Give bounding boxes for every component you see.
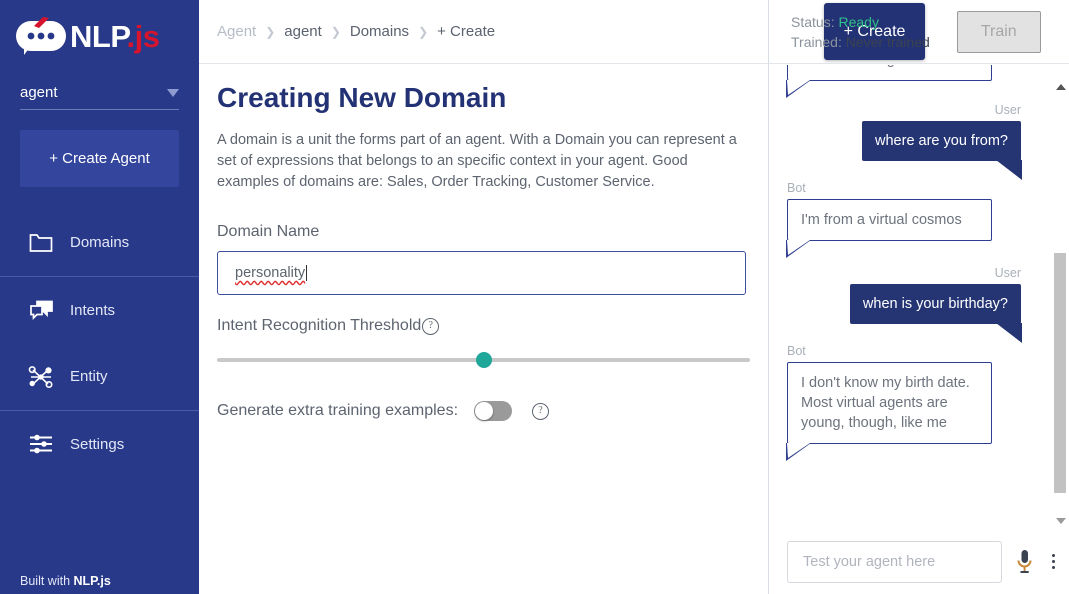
sidebar: NLP.js agent + Create Agent Domains Inte…	[0, 0, 199, 594]
help-circle-icon[interactable]: ?	[422, 317, 440, 335]
folder-icon	[26, 232, 56, 253]
threshold-label-row: Intent Recognition Threshold ?	[217, 317, 750, 335]
toggle-knob	[475, 402, 494, 420]
message-role-label: Bot	[787, 344, 806, 358]
status-line: Status: Ready	[791, 12, 930, 32]
chat-bubbles-icon	[26, 299, 56, 321]
domain-name-value: personality	[235, 265, 306, 281]
chat-message-user: User where are you from?	[779, 103, 1051, 180]
slider-thumb[interactable]	[475, 352, 492, 368]
breadcrumb: Agent ❯ agent ❯ Domains ❯ + Create	[217, 23, 495, 40]
domain-name-input[interactable]: personality	[217, 251, 746, 295]
chat-messages: I'm a virtual agent User where are you f…	[769, 65, 1069, 529]
breadcrumb-item-create[interactable]: + Create	[437, 23, 495, 40]
breadcrumb-item-agent[interactable]: agent	[284, 23, 322, 40]
message-bubble: I'm from a virtual cosmos	[786, 199, 992, 258]
domain-name-label: Domain Name	[217, 223, 320, 240]
text-cursor	[306, 265, 308, 281]
breadcrumb-separator: ❯	[265, 24, 276, 39]
topbar: Agent ❯ agent ❯ Domains ❯ + Create + Cre…	[199, 0, 925, 64]
scroll-down-arrow-icon[interactable]	[1056, 518, 1066, 524]
breadcrumb-separator: ❯	[418, 24, 429, 39]
form-area: Creating New Domain A domain is a unit t…	[199, 64, 768, 421]
scroll-up-arrow-icon[interactable]	[1056, 84, 1066, 90]
app-root: NLP.js agent + Create Agent Domains Inte…	[0, 0, 1069, 594]
threshold-label: Intent Recognition Threshold	[217, 317, 422, 334]
train-button[interactable]: Train	[956, 10, 1041, 53]
message-bubble: where are you from?	[862, 121, 1022, 180]
message-bubble: when is your birthday?	[849, 284, 1023, 343]
trained-value: Never trained	[845, 33, 930, 50]
microphone-icon[interactable]	[1016, 549, 1033, 575]
message-row: when is your birthday?	[779, 284, 1051, 343]
create-agent-button[interactable]: + Create Agent	[20, 130, 179, 187]
breadcrumb-separator: ❯	[330, 24, 341, 39]
sidebar-item-settings[interactable]: Settings	[0, 410, 199, 477]
generate-examples-label: Generate extra training examples:	[217, 402, 459, 419]
logo-name: NLP	[70, 18, 127, 54]
chat-panel: Status: Ready Trained: Never trained Tra…	[769, 0, 1069, 594]
sidebar-item-label: Entity	[70, 368, 108, 385]
logo-suffix: .js	[126, 18, 160, 54]
sidebar-item-label: Domains	[70, 234, 130, 251]
app-logo[interactable]: NLP.js	[0, 0, 199, 72]
chat-input[interactable]: Test your agent here	[787, 540, 1002, 583]
sliders-icon	[26, 433, 56, 455]
sidebar-item-domains[interactable]: Domains	[0, 209, 199, 276]
built-with-footer: Built with NLP.js	[20, 574, 111, 588]
chat-bubble-logo-icon	[14, 17, 68, 55]
status-label: Status:	[791, 13, 835, 30]
main-content: Agent ❯ agent ❯ Domains ❯ + Create + Cre…	[199, 0, 925, 594]
caret-down-icon	[167, 88, 179, 97]
chat-header: Status: Ready Trained: Never trained Tra…	[769, 0, 1069, 64]
chat-message-user: User when is your birthday?	[779, 266, 1051, 343]
message-role-label: User	[994, 103, 1021, 117]
message-role-label: User	[994, 266, 1021, 280]
kebab-menu-icon[interactable]	[1045, 554, 1061, 569]
sidebar-item-intents[interactable]: Intents	[0, 276, 199, 343]
page-description: A domain is a unit the forms part of an …	[217, 132, 737, 190]
sidebar-item-label: Settings	[70, 435, 125, 453]
scrollbar-thumb[interactable]	[1054, 253, 1066, 493]
chat-message-bot: Bot I don't know my birth date. Most vir…	[779, 344, 1051, 461]
sidebar-item-entity[interactable]: Entity	[0, 343, 199, 410]
message-bubble: I'm a virtual agent	[786, 65, 992, 98]
generate-examples-toggle[interactable]	[474, 401, 513, 421]
message-bubble: I don't know my birth date. Most virtual…	[786, 362, 992, 461]
sidebar-item-label: Intents	[70, 301, 116, 319]
message-row: where are you from?	[779, 121, 1051, 180]
logo-wordmark: NLP.js	[70, 18, 160, 54]
node-graph-icon	[26, 365, 56, 389]
status-badge: Ready	[838, 13, 879, 30]
message-role-label: Bot	[787, 181, 806, 195]
built-with-brand: NLP.js	[73, 574, 111, 588]
trained-label: Trained:	[791, 33, 842, 50]
chat-message-bot: I'm a virtual agent	[779, 65, 1051, 98]
chat-scrollbar[interactable]	[1053, 70, 1067, 524]
generate-examples-row: Generate extra training examples: ?	[217, 401, 750, 421]
agent-selector-value: agent	[20, 84, 58, 101]
chat-message-bot: Bot I'm from a virtual cosmos	[779, 181, 1051, 258]
breadcrumb-item-agent-root[interactable]: Agent	[217, 23, 256, 40]
help-circle-icon[interactable]: ?	[532, 402, 550, 420]
sidebar-nav: Domains Intents Entity Settings	[0, 209, 199, 477]
threshold-slider[interactable]	[217, 352, 750, 368]
agent-status: Status: Ready Trained: Never trained	[791, 12, 930, 52]
trained-line: Trained: Never trained	[791, 32, 930, 52]
agent-selector[interactable]: agent	[20, 84, 179, 110]
built-with-prefix: Built with	[20, 574, 74, 588]
chat-input-row: Test your agent here	[769, 529, 1069, 594]
page-title: Creating New Domain	[217, 82, 507, 113]
breadcrumb-item-domains[interactable]: Domains	[350, 23, 409, 40]
